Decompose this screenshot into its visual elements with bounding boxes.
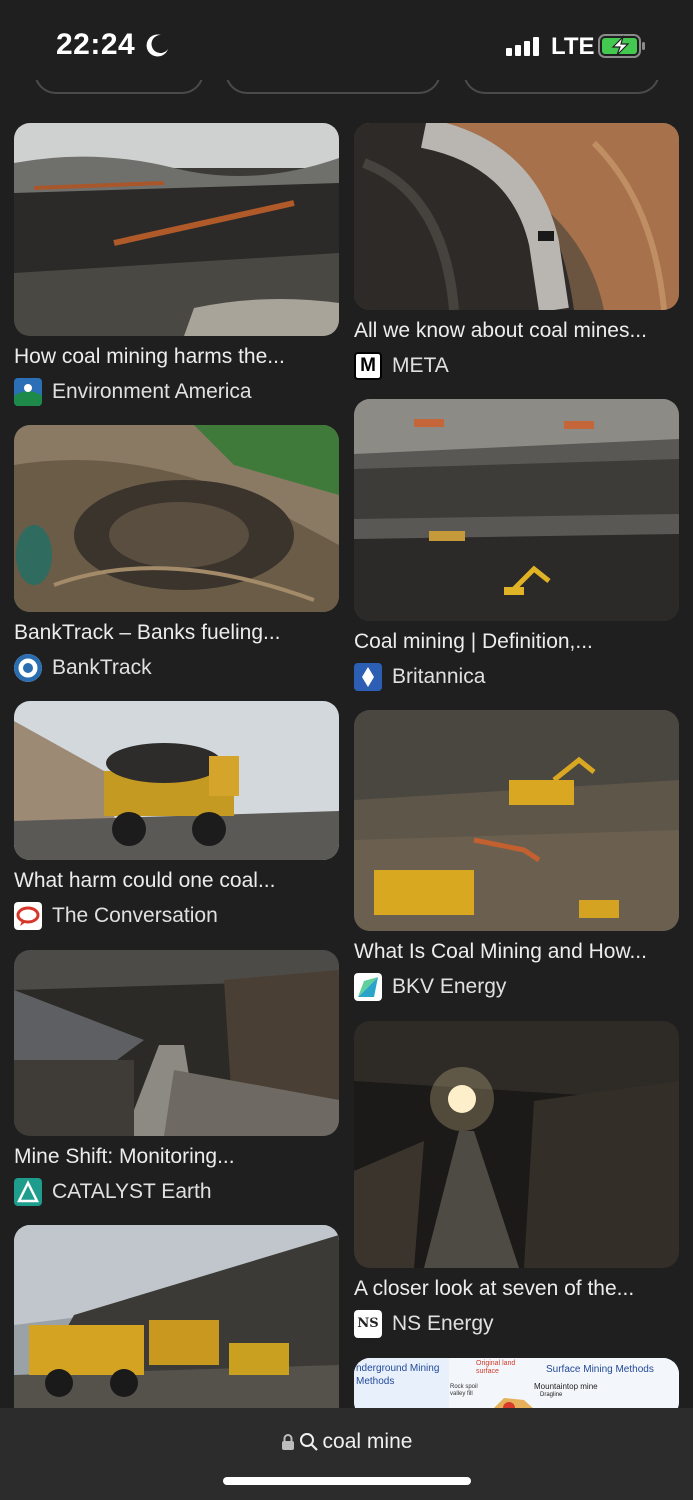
network-type: LTE [551, 33, 595, 60]
source-name: BankTrack [52, 656, 152, 679]
ns-energy-icon: NS [354, 1310, 382, 1338]
meta-m-icon: M [354, 352, 382, 380]
result-source[interactable]: NS NS Energy [354, 1310, 679, 1338]
result-source[interactable]: CATALYST Earth [14, 1178, 339, 1206]
result-source[interactable]: The Conversation [14, 902, 339, 930]
address-field[interactable]: coal mine [0, 1430, 693, 1454]
result-source[interactable]: M META [354, 352, 679, 380]
result-card[interactable] [14, 1225, 339, 1410]
result-image[interactable] [14, 123, 339, 336]
search-icon [299, 1433, 318, 1451]
ns-favicon-text: NS [357, 1316, 379, 1331]
result-title[interactable]: A closer look at seven of the... [354, 1276, 679, 1302]
result-image[interactable] [354, 399, 679, 621]
source-name: CATALYST Earth [52, 1180, 212, 1203]
result-image[interactable] [14, 701, 339, 860]
result-image[interactable] [354, 1021, 679, 1268]
result-title[interactable]: BankTrack – Banks fueling... [14, 620, 339, 646]
status-bar: 22:24 LTE [0, 0, 693, 80]
result-card[interactable]: BankTrack – Banks fueling... BankTrack [14, 425, 339, 682]
catalyst-icon [14, 1178, 42, 1206]
meta-favicon-text: M [360, 355, 376, 376]
result-source[interactable]: BKV Energy [354, 973, 679, 1001]
result-title[interactable]: How coal mining harms the... [14, 344, 339, 370]
result-image[interactable] [14, 950, 339, 1136]
status-time: 22:24 [56, 28, 136, 61]
result-card[interactable]: What Is Coal Mining and How... BKV Energ… [354, 710, 679, 1001]
source-name: META [392, 354, 449, 377]
banktrack-icon [14, 654, 42, 682]
diagram-label-underground: nderground Mining Methods [356, 1363, 440, 1387]
result-image[interactable] [354, 123, 679, 310]
britannica-icon [354, 663, 382, 691]
bottom-address-bar[interactable]: coal mine [0, 1408, 693, 1500]
result-card[interactable]: All we know about coal mines... M META [354, 123, 679, 380]
search-query[interactable]: coal mine [323, 1430, 413, 1454]
result-card[interactable]: What harm could one coal... The Conversa… [14, 701, 339, 930]
cellular-signal-icon [506, 37, 539, 56]
result-image[interactable] [14, 1225, 339, 1410]
result-card[interactable]: How coal mining harms the... Environment… [14, 123, 339, 406]
environment-america-icon [14, 378, 42, 406]
result-title[interactable]: What harm could one coal... [14, 868, 339, 894]
result-title[interactable]: What Is Coal Mining and How... [354, 939, 679, 965]
result-image[interactable] [14, 425, 339, 612]
home-indicator[interactable] [223, 1477, 471, 1485]
result-source[interactable]: Environment America [14, 378, 339, 406]
source-name: NS Energy [392, 1312, 494, 1335]
result-title[interactable]: Mine Shift: Monitoring... [14, 1144, 339, 1170]
result-card[interactable]: nderground Mining Methods Original land … [354, 1358, 679, 1410]
result-card[interactable]: Coal mining | Definition,... Britannica [354, 399, 679, 691]
result-card[interactable]: A closer look at seven of the... NS NS E… [354, 1021, 679, 1338]
result-source[interactable]: Britannica [354, 663, 679, 691]
lock-icon [281, 1434, 294, 1450]
result-source[interactable]: BankTrack [14, 654, 339, 682]
battery-charging-icon [598, 34, 645, 58]
source-name: BKV Energy [392, 975, 507, 998]
source-name: Britannica [392, 665, 486, 688]
result-image[interactable]: nderground Mining Methods Original land … [354, 1358, 679, 1410]
bkv-icon [354, 973, 382, 1001]
result-image[interactable] [354, 710, 679, 931]
result-title[interactable]: Coal mining | Definition,... [354, 629, 679, 655]
diagram-label-surface: Surface Mining Methods [546, 1364, 654, 1375]
diagram-label-original: Original land surface [476, 1360, 516, 1375]
diagram-label-rock: Rock spoil valley fill [450, 1384, 478, 1397]
source-name: The Conversation [52, 904, 218, 927]
conversation-icon [14, 902, 42, 930]
result-card[interactable]: Mine Shift: Monitoring... CATALYST Earth [14, 950, 339, 1206]
result-title[interactable]: All we know about coal mines... [354, 318, 679, 344]
source-name: Environment America [52, 380, 252, 403]
moon-icon [146, 34, 168, 57]
image-results-grid: How coal mining harms the... Environment… [0, 0, 693, 1410]
